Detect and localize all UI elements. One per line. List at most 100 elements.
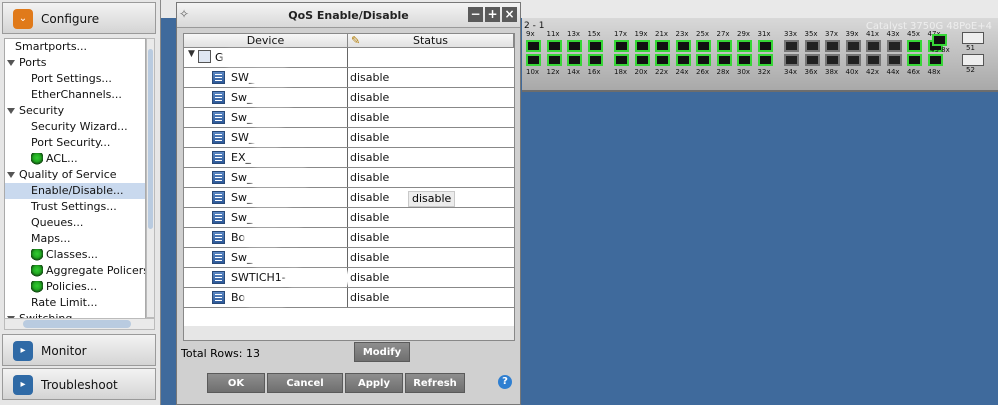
status-cell[interactable]: disable: [350, 208, 389, 227]
port-icon[interactable]: [866, 40, 881, 52]
status-cell[interactable]: disable: [350, 148, 389, 167]
table-row[interactable]: Sw_ disable: [184, 88, 514, 108]
table-row[interactable]: Bo disable: [184, 228, 514, 248]
port-icon[interactable]: [845, 54, 861, 66]
port-icon[interactable]: [587, 40, 603, 52]
modify-button[interactable]: Modify: [354, 342, 410, 362]
port-icon[interactable]: [804, 40, 820, 52]
device-column-header[interactable]: Device: [184, 34, 348, 48]
tree-item[interactable]: ACL...: [5, 151, 145, 167]
status-cell[interactable]: disable: [350, 68, 389, 87]
tree-item[interactable]: Security: [5, 103, 145, 119]
tree-item[interactable]: Rate Limit...: [5, 295, 145, 311]
port-icon[interactable]: [587, 54, 603, 66]
port-icon[interactable]: [845, 40, 861, 52]
help-icon[interactable]: ?: [498, 375, 512, 389]
tree-item[interactable]: Security Wizard...: [5, 119, 145, 135]
status-cell[interactable]: disable: [350, 288, 389, 307]
tree-item[interactable]: Trust Settings...: [5, 199, 145, 215]
tree-vertical-thumb[interactable]: [148, 49, 153, 229]
port-icon[interactable]: [614, 40, 629, 52]
port-icon[interactable]: [546, 54, 562, 66]
port-icon[interactable]: [614, 54, 629, 66]
table-row[interactable]: SW_ disable: [184, 128, 514, 148]
sfp-slot-icon[interactable]: [962, 32, 984, 44]
dialog-titlebar[interactable]: ✧ QoS Enable/Disable − + ×: [177, 3, 520, 28]
tree-item[interactable]: Port Security...: [5, 135, 145, 151]
port-icon[interactable]: [655, 40, 670, 52]
tree-item[interactable]: Aggregate Policers...: [5, 263, 145, 279]
port-icon[interactable]: [696, 40, 711, 52]
expand-triangle-icon[interactable]: [7, 108, 15, 114]
expand-triangle-icon[interactable]: [7, 60, 15, 66]
tree-item[interactable]: Quality of Service: [5, 167, 145, 183]
port-icon[interactable]: [784, 40, 799, 52]
port-icon[interactable]: [526, 54, 541, 66]
port-icon[interactable]: [907, 40, 922, 52]
tree-horizontal-scrollbar[interactable]: [4, 318, 155, 330]
refresh-button[interactable]: Refresh: [405, 373, 465, 393]
status-column-header[interactable]: ✎ Status: [348, 34, 514, 48]
tree-item[interactable]: Classes...: [5, 247, 145, 263]
close-button[interactable]: ×: [502, 7, 517, 22]
port-icon[interactable]: [696, 54, 711, 66]
table-row[interactable]: Sw_ disable disable: [184, 188, 514, 208]
table-row[interactable]: Sw_ disable: [184, 168, 514, 188]
port-icon[interactable]: [737, 54, 752, 66]
table-row[interactable]: Sw_ disable: [184, 208, 514, 228]
port-icon[interactable]: [866, 54, 881, 66]
port-icon[interactable]: [825, 40, 840, 52]
tree-horizontal-thumb[interactable]: [23, 320, 131, 328]
table-row[interactable]: Bo disable: [184, 288, 514, 308]
status-cell[interactable]: disable: [350, 168, 389, 187]
sfp-slot-icon[interactable]: [962, 54, 984, 66]
port-icon[interactable]: [567, 54, 582, 66]
configure-button[interactable]: ⌄ Configure: [2, 2, 156, 34]
status-cell[interactable]: disable: [350, 268, 389, 287]
port-icon[interactable]: [567, 40, 582, 52]
table-row-root[interactable]: ▼ G: [184, 48, 514, 68]
table-row[interactable]: SW_ disable: [184, 68, 514, 88]
switch-front-panel[interactable]: 2 - 1 Catalyst 3750G 48PoE+4 9x 11x 13x 15x…: [522, 18, 998, 92]
tree-item[interactable]: Policies...: [5, 279, 145, 295]
tree-item[interactable]: Queues...: [5, 215, 145, 231]
status-cell[interactable]: disable: [350, 248, 389, 267]
tree-item[interactable]: Maps...: [5, 231, 145, 247]
troubleshoot-button[interactable]: ▸ Troubleshoot: [2, 368, 156, 400]
port-icon[interactable]: [655, 54, 670, 66]
apply-button[interactable]: Apply: [345, 373, 403, 393]
port-icon[interactable]: [675, 54, 691, 66]
port-icon[interactable]: [757, 54, 773, 66]
status-dropdown-value[interactable]: disable: [408, 191, 456, 207]
port-icon[interactable]: [757, 40, 773, 52]
tree-vertical-scrollbar[interactable]: [146, 38, 155, 318]
port-icon[interactable]: [546, 40, 562, 52]
status-cell[interactable]: disable: [350, 228, 389, 247]
port-icon[interactable]: [634, 40, 650, 52]
ok-button[interactable]: OK: [207, 373, 265, 393]
table-row[interactable]: SWTICH1- disable: [184, 268, 514, 288]
port-icon[interactable]: [886, 54, 902, 66]
table-row[interactable]: Sw_ disable: [184, 108, 514, 128]
status-cell[interactable]: disable: [350, 128, 389, 147]
tree-item[interactable]: Smartports...: [5, 39, 145, 55]
minimize-button[interactable]: −: [468, 7, 483, 22]
port-icon[interactable]: [716, 40, 732, 52]
status-cell[interactable]: disable: [350, 188, 389, 207]
port-icon[interactable]: [737, 40, 752, 52]
collapse-arrow-icon[interactable]: ▼: [188, 49, 195, 59]
status-cell[interactable]: disable: [350, 88, 389, 107]
port-icon[interactable]: [804, 54, 820, 66]
table-row[interactable]: Sw_ disable: [184, 248, 514, 268]
port-icon[interactable]: [675, 40, 691, 52]
table-row[interactable]: EX_ disable: [184, 148, 514, 168]
port-icon[interactable]: [716, 54, 732, 66]
port-icon[interactable]: [825, 54, 840, 66]
maximize-button[interactable]: +: [485, 7, 500, 22]
expand-triangle-icon[interactable]: [7, 172, 15, 178]
uplink-port-icon[interactable]: [932, 34, 947, 46]
tree-item[interactable]: Ports: [5, 55, 145, 71]
port-icon[interactable]: [886, 40, 902, 52]
tree-item[interactable]: EtherChannels...: [5, 87, 145, 103]
monitor-button[interactable]: ▸ Monitor: [2, 334, 156, 366]
